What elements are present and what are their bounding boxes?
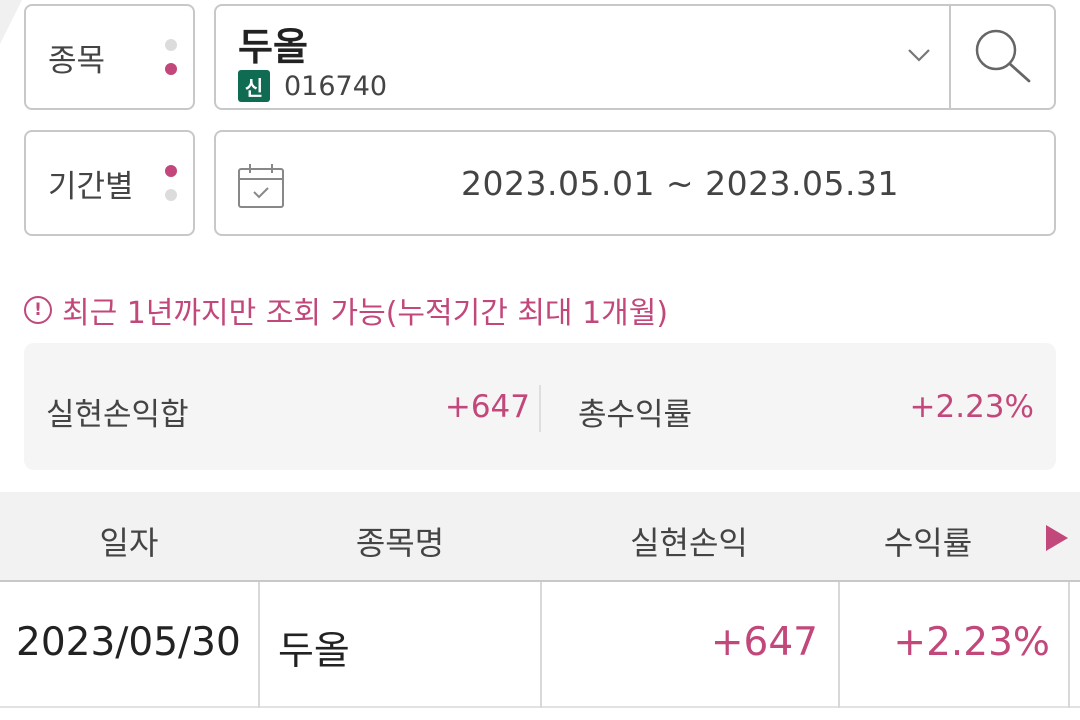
date-range-text: 2023.05.01 ~ 2023.05.31 [461,164,900,203]
credit-badge: 신 [238,70,270,102]
realized-pnl-value: +647 [444,389,530,425]
calendar-icon[interactable] [236,162,286,210]
search-icon [975,29,1030,83]
realized-pnl-label: 실현손익합 [46,397,189,433]
stock-name: 두올 [238,25,308,69]
header-stock-name: 종목명 [355,524,445,562]
header-date: 일자 [99,524,159,562]
stock-filter-tab[interactable]: 종목 [24,4,195,110]
stock-filter-dots [165,39,177,75]
period-filter-tab[interactable]: 기간별 [24,130,195,236]
column-separator [540,582,542,708]
column-separator [1068,582,1070,708]
table-header: 일자 종목명 실현손익 수익률 [0,492,1080,582]
search-button[interactable] [951,6,1054,108]
cell-realized-pnl: +647 [710,620,818,665]
dot-active [165,165,177,177]
summary-panel: 실현손익합 +647 총수익률 +2.23% [24,343,1056,470]
chevron-down-icon[interactable] [906,42,932,68]
cell-return-rate: +2.23% [893,620,1050,665]
cell-date: 2023/05/30 [16,620,241,665]
period-filter-dots [165,165,177,201]
total-return-label: 총수익률 [578,397,693,433]
table-row[interactable]: 2023/05/30 두올 +647 +2.23% [0,582,1080,708]
column-separator [838,582,840,708]
stock-filter-label: 종목 [48,42,106,79]
dot-inactive [165,189,177,201]
stock-code: 016740 [284,70,388,102]
header-return-rate: 수익률 [883,524,973,562]
total-return-value: +2.23% [909,389,1034,425]
notice-text: 최근 1년까지만 조회 가능(누적기간 최대 1개월) [62,296,669,331]
stock-selector[interactable]: 두올 신 016740 [214,4,1056,110]
column-separator [258,582,260,708]
dot-active [165,63,177,75]
stock-code-row: 신 016740 [238,70,387,102]
summary-divider [539,385,541,432]
corner-decoration [0,0,22,44]
period-filter-label: 기간별 [48,168,134,205]
header-realized-pnl: 실현손익 [630,524,748,562]
next-columns-arrow-icon[interactable] [1046,525,1068,551]
dot-inactive [165,39,177,51]
date-range-picker[interactable]: 2023.05.01 ~ 2023.05.31 [214,130,1056,236]
info-icon: ! [24,296,52,324]
notice-message: ! 최근 1년까지만 조회 가능(누적기간 최대 1개월) [24,288,668,332]
cell-stock-name: 두올 [278,629,350,674]
